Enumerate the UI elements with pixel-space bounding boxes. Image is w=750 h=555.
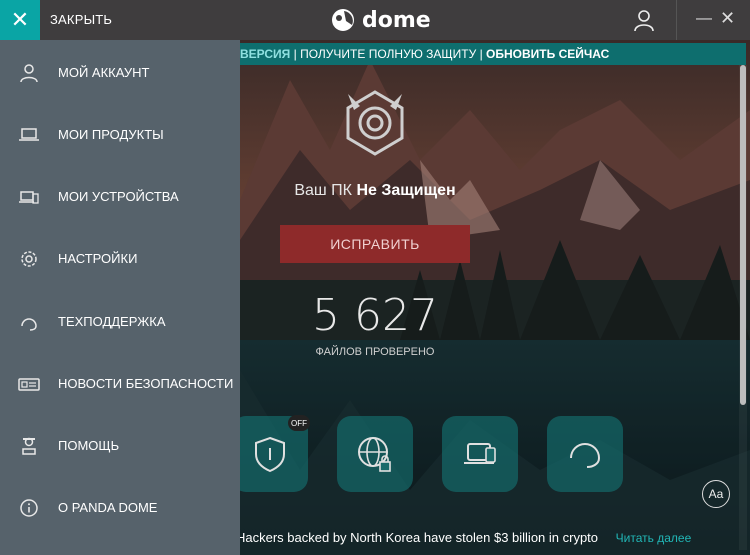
help-agent-icon	[22, 437, 36, 455]
newspaper-icon	[18, 378, 40, 391]
globe-lock-icon	[358, 437, 391, 472]
logo-text: dome	[362, 7, 431, 33]
support-tile[interactable]	[547, 416, 623, 492]
menu-item-label: МОИ УСТРОЙСТВА	[58, 189, 179, 204]
app-logo: dome	[330, 6, 431, 34]
account-button[interactable]	[632, 8, 656, 32]
menu-item-label: ТЕХПОДДЕРЖКА	[58, 314, 166, 329]
panda-logo-icon	[332, 9, 354, 31]
upgrade-now-link[interactable]: ОБНОВИТЬ СЕЙЧАС	[486, 47, 609, 61]
minimize-icon: —	[696, 10, 712, 27]
devices-icon	[19, 191, 39, 204]
menu-item-security-news[interactable]: НОВОСТИ БЕЗОПАСНОСТИ	[0, 364, 240, 404]
gear-icon	[21, 251, 37, 267]
close-icon: ✕	[720, 8, 736, 28]
menu-item-label: НОВОСТИ БЕЗОПАСНОСТИ	[58, 376, 234, 391]
panda-dome-window: ВЕРСИЯ | ПОЛУЧИТЕ ПОЛНУЮ ЗАЩИТУ | ОБНОВИ…	[0, 0, 750, 555]
scanned-files-label: ФАЙЛОВ ПРОВЕРЕНО	[315, 346, 435, 358]
info-icon	[20, 499, 38, 517]
laptop-icon	[19, 128, 39, 141]
headset-icon	[21, 318, 37, 331]
devices-icon	[464, 443, 496, 464]
status-state: Не Защищен	[356, 182, 456, 199]
menu-item-label: МОИ ПРОДУКТЫ	[58, 127, 164, 142]
font-size-button[interactable]: Aa	[702, 480, 730, 508]
close-menu-button[interactable]: ✕	[0, 0, 40, 40]
window-controls-divider	[676, 0, 677, 40]
banner-version-text: ВЕРСИЯ	[240, 47, 291, 61]
off-badge: OFF	[288, 415, 310, 431]
window-close-button[interactable]: ✕	[720, 8, 735, 29]
user-icon	[20, 64, 38, 83]
read-more-link[interactable]: Читать далее	[616, 531, 692, 545]
banner-full-protection-text: ПОЛУЧИТЕ ПОЛНУЮ ЗАЩИТУ	[300, 47, 477, 61]
devices-tile[interactable]	[442, 416, 518, 492]
menu-item-my-products[interactable]: МОИ ПРОДУКТЫ	[0, 115, 240, 155]
web-protection-tile[interactable]	[337, 416, 413, 492]
menu-item-my-devices[interactable]: МОИ УСТРОЙСТВА	[0, 177, 240, 217]
fix-button[interactable]: ИСПРАВИТЬ	[280, 225, 470, 263]
scrollbar-thumb[interactable]	[740, 65, 746, 405]
protection-status: Ваш ПК Не Защищен	[240, 182, 510, 200]
menu-item-label: МОЙ АККАУНТ	[58, 65, 150, 80]
menu-item-my-account[interactable]: МОЙ АККАУНТ	[0, 53, 240, 93]
headset-icon	[570, 443, 600, 468]
menu-item-label: НАСТРОЙКИ	[58, 251, 138, 266]
menu-item-settings[interactable]: НАСТРОЙКИ	[0, 239, 240, 279]
news-headline: Hackers backed by North Korea have stole…	[236, 530, 599, 545]
user-icon	[634, 10, 654, 32]
menu-item-help[interactable]: ПОМОЩЬ	[0, 426, 240, 466]
title-bar: ✕ ЗАКРЫТЬ dome — ✕	[0, 0, 750, 40]
menu-item-support[interactable]: ТЕХПОДДЕРЖКА	[0, 302, 240, 342]
close-icon: ✕	[10, 7, 30, 32]
minimize-button[interactable]: —	[696, 10, 712, 28]
side-menu: МОЙ АККАУНТ МОИ ПРОДУКТЫ МОИ УСТРОЙСТВА …	[0, 40, 240, 555]
menu-item-label: ПОМОЩЬ	[58, 438, 120, 453]
scanned-files-count: 5 627	[312, 290, 438, 341]
status-prefix: Ваш ПК	[294, 182, 352, 199]
unprotected-status-icon	[340, 88, 410, 163]
shield-icon	[255, 436, 285, 473]
menu-item-label: О PANDA DOME	[58, 500, 158, 515]
close-menu-label[interactable]: ЗАКРЫТЬ	[50, 12, 112, 27]
menu-item-about[interactable]: О PANDA DOME	[0, 488, 240, 528]
